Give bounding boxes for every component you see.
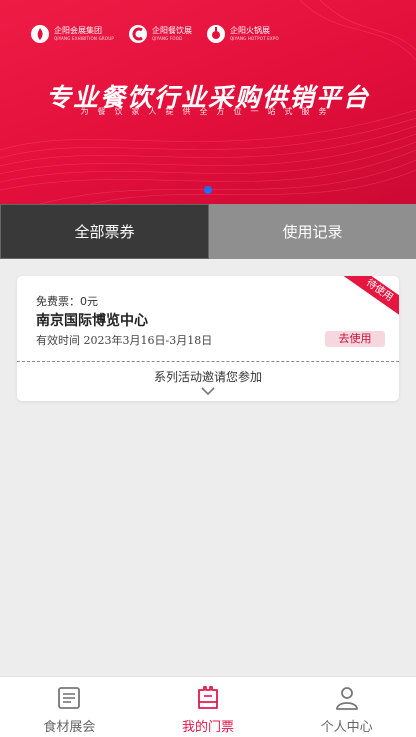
- logo-subtitle: QIYANG EXHIBITION GROUP: [54, 36, 114, 41]
- logo-name: 企阳会展集团: [54, 26, 102, 35]
- logo-name: 企阳餐饮展: [151, 26, 192, 35]
- series-events-link[interactable]: 系列活动邀请您参加: [17, 368, 399, 385]
- ticket-icon: [198, 686, 218, 709]
- tab-all-tickets[interactable]: 全部票券: [0, 204, 209, 259]
- tabbar-item-my-tickets[interactable]: 我的门票: [139, 677, 278, 737]
- tabbar-item-food-expo[interactable]: 食材展会: [0, 677, 139, 737]
- banner-subline: 为餐饮家人提供全方位一站式服务: [80, 107, 336, 116]
- news-icon: [58, 687, 81, 709]
- logo-name: 企阳火锅展: [229, 26, 270, 35]
- tabbar-label: 我的门票: [182, 720, 235, 735]
- logo-subtitle: QIYANG HOTPOT EXPO: [229, 36, 279, 41]
- pot-logo-icon: [206, 25, 225, 43]
- ticket-tabs: 全部票券 使用记录: [0, 204, 416, 259]
- dashed-divider: [17, 361, 399, 362]
- logo-qiyang-hotpot: 企阳火锅展 QIYANG HOTPOT EXPO: [206, 24, 279, 44]
- c-logo-icon: [128, 25, 147, 43]
- bottom-tabbar: 食材展会 我的门票 个人中心: [0, 676, 416, 737]
- tabbar-label: 个人中心: [320, 720, 373, 735]
- ticket-valid-period: 有效时间 2023年3月16日-3月18日: [36, 334, 213, 347]
- logo-qiyang-group: 企阳会展集团 QIYANG EXHIBITION GROUP: [30, 24, 114, 44]
- status-ribbon: 待使用: [341, 276, 399, 321]
- flame-logo-icon: [31, 25, 49, 43]
- partner-logos: 企阳会展集团 QIYANG EXHIBITION GROUP 企阳餐饮展 QIY…: [30, 24, 279, 44]
- logo-qiyang-food: 企阳餐饮展 QIYANG FOOD: [128, 24, 192, 44]
- tabbar-label: 食材展会: [43, 720, 96, 735]
- tab-usage-records[interactable]: 使用记录: [209, 204, 416, 259]
- ticket-venue: 南京国际博览中心: [36, 313, 148, 329]
- banner-carousel[interactable]: 企阳会展集团 QIYANG EXHIBITION GROUP 企阳餐饮展 QIY…: [0, 0, 416, 204]
- person-icon: [335, 687, 358, 710]
- use-ticket-button[interactable]: 去使用: [325, 331, 385, 347]
- tabbar-item-profile[interactable]: 个人中心: [277, 677, 416, 737]
- ticket-price: 免费票：0元: [36, 295, 98, 308]
- ticket-card[interactable]: 待使用 免费票：0元 南京国际博览中心 有效时间 2023年3月16日-3月18…: [17, 276, 399, 401]
- logo-subtitle: QIYANG FOOD: [151, 36, 183, 41]
- chevron-down-icon[interactable]: [201, 386, 215, 396]
- carousel-indicator-dot[interactable]: [204, 186, 212, 194]
